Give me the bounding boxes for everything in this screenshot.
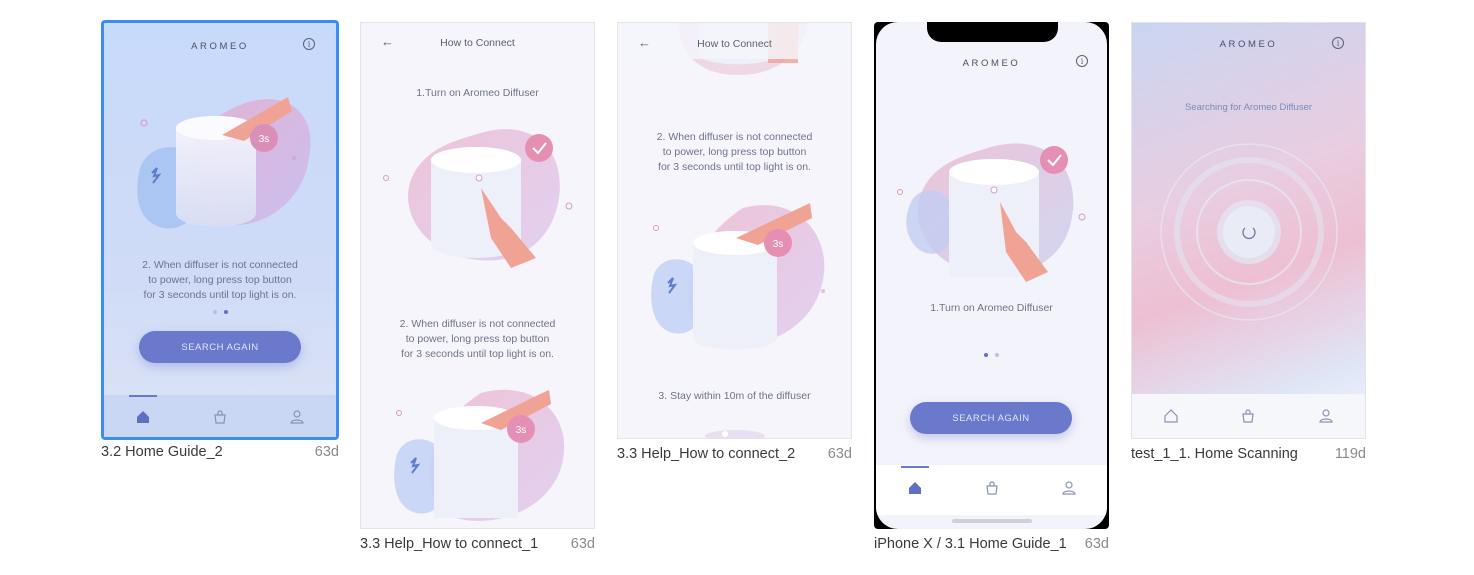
timer-label: 3s (516, 425, 527, 436)
diffuser-on-illustration (383, 129, 573, 268)
card-help-connect-2[interactable]: ← How to Connect 2. When diffuser is not… (617, 22, 852, 467)
card-title[interactable]: 3.3 Help_How to connect_1 (360, 536, 538, 552)
tab-shop[interactable] (209, 406, 231, 428)
step-1-text: 1.Turn on Aromeo Diffuser (416, 87, 539, 99)
search-again-button[interactable]: SEARCH AGAIN (139, 331, 301, 363)
profile-icon (1319, 409, 1333, 423)
device-screen: AROMEO i 1.Turn on Aromeo Diffuser SEARC… (876, 22, 1107, 529)
step-text: 1.Turn on Aromeo Diffuser (930, 302, 1053, 314)
artboard-home-guide-2[interactable]: AROMEO i 3s 2. When diffuser is not conn… (101, 20, 339, 440)
card-title[interactable]: 3.3 Help_How to connect_2 (617, 446, 795, 462)
shopping-bag-icon (214, 410, 226, 424)
tab-home[interactable] (128, 395, 157, 428)
step-2-text: 2. When diffuser is not connected to pow… (656, 131, 813, 173)
page-dot-1[interactable] (984, 353, 988, 357)
brand-logo: AROMEO (191, 41, 249, 52)
search-again-button[interactable]: SEARCH AGAIN (910, 402, 1072, 434)
card-home-guide-2[interactable]: AROMEO i 3s 2. When diffuser is not conn… (101, 20, 339, 465)
page-indicator (876, 353, 1107, 357)
tab-shop[interactable] (1237, 405, 1259, 427)
step-2-text: 2. When diffuser is not connected to pow… (399, 318, 556, 360)
card-age: 63d (314, 444, 339, 460)
profile-icon (290, 410, 304, 424)
card-caption: 3.2 Home Guide_2 63d (101, 444, 339, 460)
page-dot-1[interactable] (212, 310, 217, 314)
card-caption: iPhone X / 3.1 Home Guide_1 63d (874, 536, 1109, 552)
card-home-scanning[interactable]: AROMEO i Searching for Aromeo Diffuser t… (1131, 22, 1366, 467)
page-dot-2[interactable] (995, 353, 999, 357)
tab-profile[interactable] (286, 406, 308, 428)
shopping-bag-icon (1242, 409, 1255, 423)
diffuser-press-illustration: 3s (651, 203, 825, 350)
artboard-help-connect-1[interactable]: ← How to Connect 1.Turn on Aromeo Diffus… (360, 22, 595, 529)
info-icon[interactable]: i (1076, 55, 1088, 67)
tab-profile[interactable] (1315, 405, 1337, 427)
page-indicator (104, 310, 336, 314)
card-title[interactable]: 3.2 Home Guide_2 (101, 444, 223, 460)
scanning-status: Searching for Aromeo Diffuser (1184, 102, 1313, 113)
scanning-rings (1160, 143, 1338, 321)
card-help-connect-1[interactable]: ← How to Connect 1.Turn on Aromeo Diffus… (360, 22, 595, 557)
home-icon (136, 411, 149, 423)
brand-logo: AROMEO (962, 58, 1021, 69)
step-text: 2. When diffuser is not connected to pow… (142, 259, 298, 301)
bottom-tab-bar (104, 395, 336, 437)
tab-profile[interactable] (1058, 477, 1080, 499)
diffuser-press-illustration: 3s (394, 389, 565, 521)
brand-logo: AROMEO (1219, 39, 1278, 50)
tab-shop[interactable] (981, 477, 1003, 499)
diffuser-on-illustration (897, 143, 1086, 282)
card-age: 63d (570, 536, 595, 552)
card-caption: 3.3 Help_How to connect_2 63d (617, 446, 852, 462)
home-icon (1164, 409, 1178, 423)
step-3-text: 3. Stay within 10m of the diffuser (658, 390, 811, 402)
home-icon (908, 482, 921, 494)
shopping-bag-icon (985, 481, 998, 495)
card-title[interactable]: test_1_1. Home Scanning (1131, 446, 1298, 462)
info-icon[interactable]: i (303, 38, 315, 50)
card-age: 63d (827, 446, 852, 462)
card-title[interactable]: iPhone X / 3.1 Home Guide_1 (874, 536, 1067, 552)
bottom-tab-bar (1132, 394, 1365, 438)
diffuser-illustration: 3s (137, 97, 311, 229)
bottom-tab-bar (876, 465, 1107, 515)
diffuser-partial-illustration (705, 430, 765, 438)
card-iphone-home-guide-1[interactable]: AROMEO i 1.Turn on Aromeo Diffuser SEARC… (874, 22, 1109, 557)
card-caption: test_1_1. Home Scanning 119d (1131, 446, 1366, 462)
timer-label: 3s (259, 134, 270, 145)
card-age: 63d (1084, 536, 1109, 552)
header-title: How to Connect (440, 37, 515, 49)
home-indicator[interactable] (952, 519, 1032, 523)
artboard-home-scanning[interactable]: AROMEO i Searching for Aromeo Diffuser (1131, 22, 1366, 439)
header-title: How to Connect (697, 38, 772, 50)
info-icon[interactable]: i (1332, 37, 1344, 49)
tab-home[interactable] (1160, 405, 1182, 427)
card-age: 119d (1334, 446, 1366, 462)
page-dot-2[interactable] (223, 310, 228, 314)
artboard-iphone-home-guide-1[interactable]: AROMEO i 1.Turn on Aromeo Diffuser SEARC… (874, 22, 1109, 529)
profile-icon (1061, 481, 1076, 495)
tab-home[interactable] (900, 466, 929, 499)
device-notch (927, 22, 1058, 42)
card-caption: 3.3 Help_How to connect_1 63d (360, 536, 595, 552)
artboard-help-connect-2[interactable]: ← How to Connect 2. When diffuser is not… (617, 22, 852, 439)
timer-label: 3s (773, 239, 784, 250)
